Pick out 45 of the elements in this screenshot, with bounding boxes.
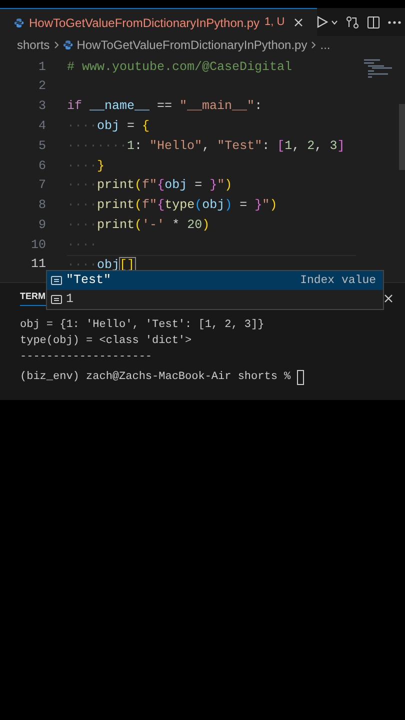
run-icon[interactable] — [316, 16, 328, 28]
code-line: # www.youtube.com/@CaseDigital — [67, 58, 292, 76]
compare-icon[interactable] — [346, 16, 359, 28]
suggestion-item[interactable]: "Test" Index value — [47, 271, 383, 290]
caret-icon[interactable] — [330, 20, 338, 24]
code-line: ····print('-' * 20) — [67, 216, 210, 234]
breadcrumb-folder[interactable]: shorts — [17, 36, 50, 54]
line-number: 2 — [37, 78, 46, 96]
line-number: 1 — [37, 58, 46, 76]
line-number: 11 — [30, 256, 46, 274]
code-line: ····obj = { — [67, 118, 150, 135]
value-icon — [51, 295, 62, 304]
line-number: 6 — [37, 158, 46, 174]
breadcrumb-more[interactable]: ... — [320, 36, 330, 54]
code-line: ········1: "Hello", "Test": [1, 2, 3] — [67, 138, 345, 155]
code-line: if __name__ == "__main__": — [67, 98, 262, 116]
code-line: ····print(f"{type(obj) = }") — [67, 197, 278, 214]
line-number: 4 — [37, 118, 46, 135]
code-line: ···· — [67, 236, 98, 254]
code-line: ····print(f"{obj = }") — [67, 177, 232, 194]
suggestion-item[interactable]: 1 — [47, 290, 383, 309]
close-icon[interactable] — [294, 18, 303, 27]
terminal-line: type(obj) = <class 'dict'> — [20, 334, 193, 349]
scrollbar[interactable] — [399, 104, 405, 170]
close-icon[interactable] — [384, 294, 393, 302]
line-number: 3 — [37, 98, 46, 116]
terminal-cursor — [296, 370, 304, 384]
line-number: 9 — [37, 216, 46, 234]
line-number: 8 — [37, 197, 46, 214]
chevron-icon — [311, 41, 316, 49]
split-editor-icon[interactable] — [366, 16, 380, 28]
line-number: 5 — [37, 138, 46, 155]
line-number: 7 — [37, 177, 46, 194]
more-icon[interactable] — [388, 20, 401, 24]
python-file-icon — [62, 40, 73, 50]
editor-tab[interactable]: HowToGetValueFromDictionaryInPython.py 1, U — [0, 8, 317, 36]
chevron-icon — [54, 41, 59, 49]
breadcrumb-file[interactable]: HowToGetValueFromDictionaryInPython.py — [76, 36, 308, 54]
code-line: ····} — [67, 158, 105, 174]
terminal-line: -------------------- — [20, 350, 154, 365]
line-number: 10 — [30, 236, 46, 254]
terminal-line: obj = {1: 'Hello', 'Test': [1, 2, 3]} — [20, 318, 266, 333]
terminal-prompt: (biz_env) zach@Zachs-MacBook-Air shorts % — [20, 370, 291, 385]
value-icon — [51, 276, 62, 285]
python-file-icon — [14, 18, 24, 28]
